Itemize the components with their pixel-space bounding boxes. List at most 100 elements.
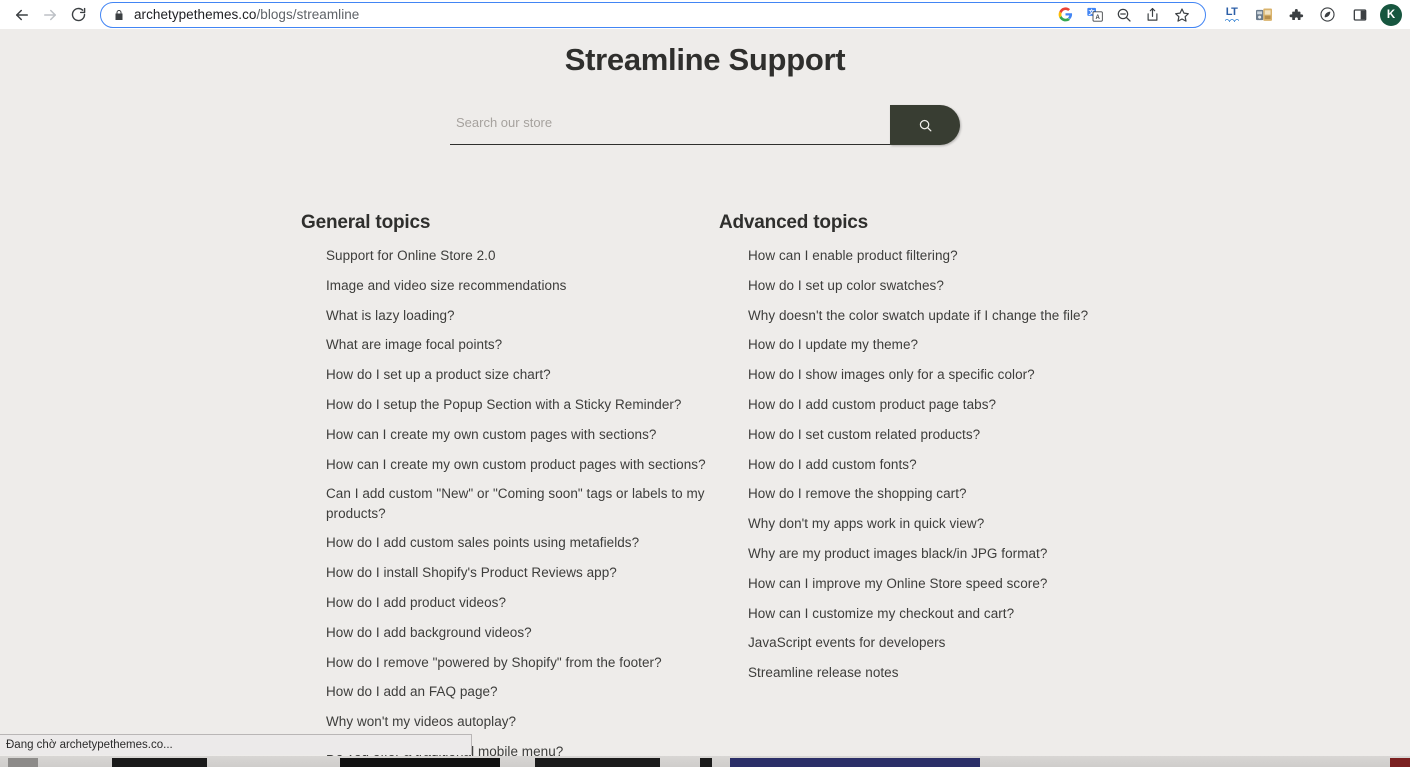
general-topics-list: Support for Online Store 2.0 Image and vi…: [301, 246, 719, 761]
topic-link[interactable]: Why don't my apps work in quick view?: [748, 516, 984, 531]
list-item: What is lazy loading?: [326, 306, 719, 325]
lock-icon: [113, 9, 125, 21]
status-text: Đang chờ archetypethemes.co...: [6, 739, 173, 751]
taskbar-item[interactable]: [340, 758, 500, 767]
topic-link[interactable]: How do I add an FAQ page?: [326, 684, 498, 699]
status-bubble: Đang chờ archetypethemes.co...: [0, 734, 472, 755]
side-panel-icon[interactable]: [1346, 1, 1373, 28]
list-item: How do I set up color swatches?: [748, 276, 1149, 295]
avatar[interactable]: K: [1380, 3, 1402, 26]
topic-link[interactable]: How do I set custom related products?: [748, 427, 980, 442]
list-item: How do I install Shopify's Product Revie…: [326, 563, 719, 582]
forward-arrow-icon[interactable]: [36, 1, 64, 29]
topic-link[interactable]: How do I setup the Popup Section with a …: [326, 397, 682, 412]
list-item: How do I add background videos?: [326, 623, 719, 642]
topic-link[interactable]: What is lazy loading?: [326, 308, 455, 323]
topic-link[interactable]: How do I add product videos?: [326, 595, 506, 610]
topic-link[interactable]: How do I install Shopify's Product Revie…: [326, 565, 617, 580]
list-item: JavaScript events for developers: [748, 633, 1149, 652]
topic-columns: General topics Support for Online Store …: [0, 212, 1410, 767]
list-item: How do I setup the Popup Section with a …: [326, 395, 719, 414]
topic-link[interactable]: How can I enable product filtering?: [748, 248, 958, 263]
topic-link[interactable]: How do I add background videos?: [326, 625, 532, 640]
topic-link[interactable]: How do I set up a product size chart?: [326, 367, 551, 382]
list-item: How do I add custom product page tabs?: [748, 395, 1149, 414]
taskbar-item[interactable]: [730, 758, 980, 767]
list-item: How do I add custom fonts?: [748, 455, 1149, 474]
list-item: How do I show images only for a specific…: [748, 365, 1149, 384]
eco-leaf-icon[interactable]: [1314, 1, 1341, 28]
advanced-topics-heading: Advanced topics: [719, 212, 869, 233]
list-item: How do I update my theme?: [748, 335, 1149, 354]
taskbar-item[interactable]: [1390, 758, 1410, 767]
taskbar-item[interactable]: [700, 758, 712, 767]
topic-link[interactable]: Image and video size recommendations: [326, 278, 566, 293]
topic-link[interactable]: How do I show images only for a specific…: [748, 367, 1035, 382]
topic-link[interactable]: How can I customize my checkout and cart…: [748, 606, 1014, 621]
list-item: How can I improve my Online Store speed …: [748, 574, 1149, 593]
svg-text:A: A: [1095, 15, 1100, 21]
list-item: How can I enable product filtering?: [748, 246, 1149, 265]
search-input[interactable]: [450, 105, 890, 145]
general-topics-heading: General topics: [301, 212, 431, 233]
extensions-group: LT: [1218, 1, 1373, 28]
advanced-topics-list: How can I enable product filtering? How d…: [719, 246, 1149, 682]
list-item: Why are my product images black/in JPG f…: [748, 544, 1149, 563]
topic-link[interactable]: How do I remove "powered by Shopify" fro…: [326, 655, 662, 670]
topic-link[interactable]: Why won't my videos autoplay?: [326, 714, 516, 729]
list-item: How do I remove the shopping cart?: [748, 484, 1149, 503]
topic-link[interactable]: How do I remove the shopping cart?: [748, 486, 967, 501]
topic-link[interactable]: Streamline release notes: [748, 665, 899, 680]
topic-link[interactable]: How do I set up color swatches?: [748, 278, 944, 293]
search-submit-button[interactable]: [890, 105, 960, 145]
browser-toolbar: archetypethemes.co/blogs/streamline 文 A: [0, 0, 1410, 29]
topic-link[interactable]: How do I add custom fonts?: [748, 457, 917, 472]
list-item: Support for Online Store 2.0: [326, 246, 719, 265]
taskbar-item[interactable]: [112, 758, 207, 767]
topic-link[interactable]: Support for Online Store 2.0: [326, 248, 496, 263]
url-host: archetypethemes.co: [134, 7, 257, 22]
taskbar-item[interactable]: [535, 758, 660, 767]
bookmark-star-icon[interactable]: [1168, 1, 1195, 28]
topic-link[interactable]: Can I add custom "New" or "Coming soon" …: [326, 486, 705, 520]
topic-link[interactable]: How do I add custom sales points using m…: [326, 535, 639, 550]
back-arrow-icon[interactable]: [8, 1, 36, 29]
page-content: Streamline Support General topics Suppor…: [0, 29, 1410, 767]
extension-colorful-icon[interactable]: [1250, 1, 1277, 28]
topic-link[interactable]: What are image focal points?: [326, 337, 502, 352]
google-icon[interactable]: [1052, 1, 1079, 28]
page-title: Streamline Support: [564, 42, 846, 77]
translate-icon[interactable]: 文 A: [1081, 1, 1108, 28]
list-item: Image and video size recommendations: [326, 276, 719, 295]
list-item: What are image focal points?: [326, 335, 719, 354]
languagetool-icon[interactable]: LT: [1218, 1, 1245, 28]
topic-link[interactable]: How do I update my theme?: [748, 337, 918, 352]
advanced-topics-column: Advanced topics How can I enable product…: [719, 212, 1149, 767]
taskbar-item[interactable]: [8, 758, 38, 767]
list-item: How do I add custom sales points using m…: [326, 533, 719, 552]
puzzle-extensions-icon[interactable]: [1282, 1, 1309, 28]
topic-link[interactable]: Why are my product images black/in JPG f…: [748, 546, 1047, 561]
topic-link[interactable]: How can I create my own custom pages wit…: [326, 427, 656, 442]
share-icon[interactable]: [1139, 1, 1166, 28]
url-path: /blogs/streamline: [256, 7, 360, 22]
url-text: archetypethemes.co/blogs/streamline: [134, 7, 1044, 22]
topic-link[interactable]: How can I improve my Online Store speed …: [748, 576, 1047, 591]
address-bar[interactable]: archetypethemes.co/blogs/streamline 文 A: [100, 1, 1206, 28]
taskbar-sliver: [0, 756, 1410, 767]
zoom-out-icon[interactable]: [1110, 1, 1137, 28]
list-item: How can I create my own custom product p…: [326, 455, 719, 474]
list-item: Can I add custom "New" or "Coming soon" …: [326, 484, 719, 523]
store-search: [450, 105, 960, 145]
list-item: How can I customize my checkout and cart…: [748, 604, 1149, 623]
topic-link[interactable]: Why doesn't the color swatch update if I…: [748, 308, 1088, 323]
list-item: How do I set custom related products?: [748, 425, 1149, 444]
general-topics-column: General topics Support for Online Store …: [301, 212, 719, 767]
list-item: How do I set up a product size chart?: [326, 365, 719, 384]
topic-link[interactable]: How can I create my own custom product p…: [326, 457, 706, 472]
topic-link[interactable]: How do I add custom product page tabs?: [748, 397, 996, 412]
reload-icon[interactable]: [64, 1, 92, 29]
topic-link[interactable]: JavaScript events for developers: [748, 635, 945, 650]
list-item: How do I add product videos?: [326, 593, 719, 612]
list-item: How do I remove "powered by Shopify" fro…: [326, 653, 719, 672]
